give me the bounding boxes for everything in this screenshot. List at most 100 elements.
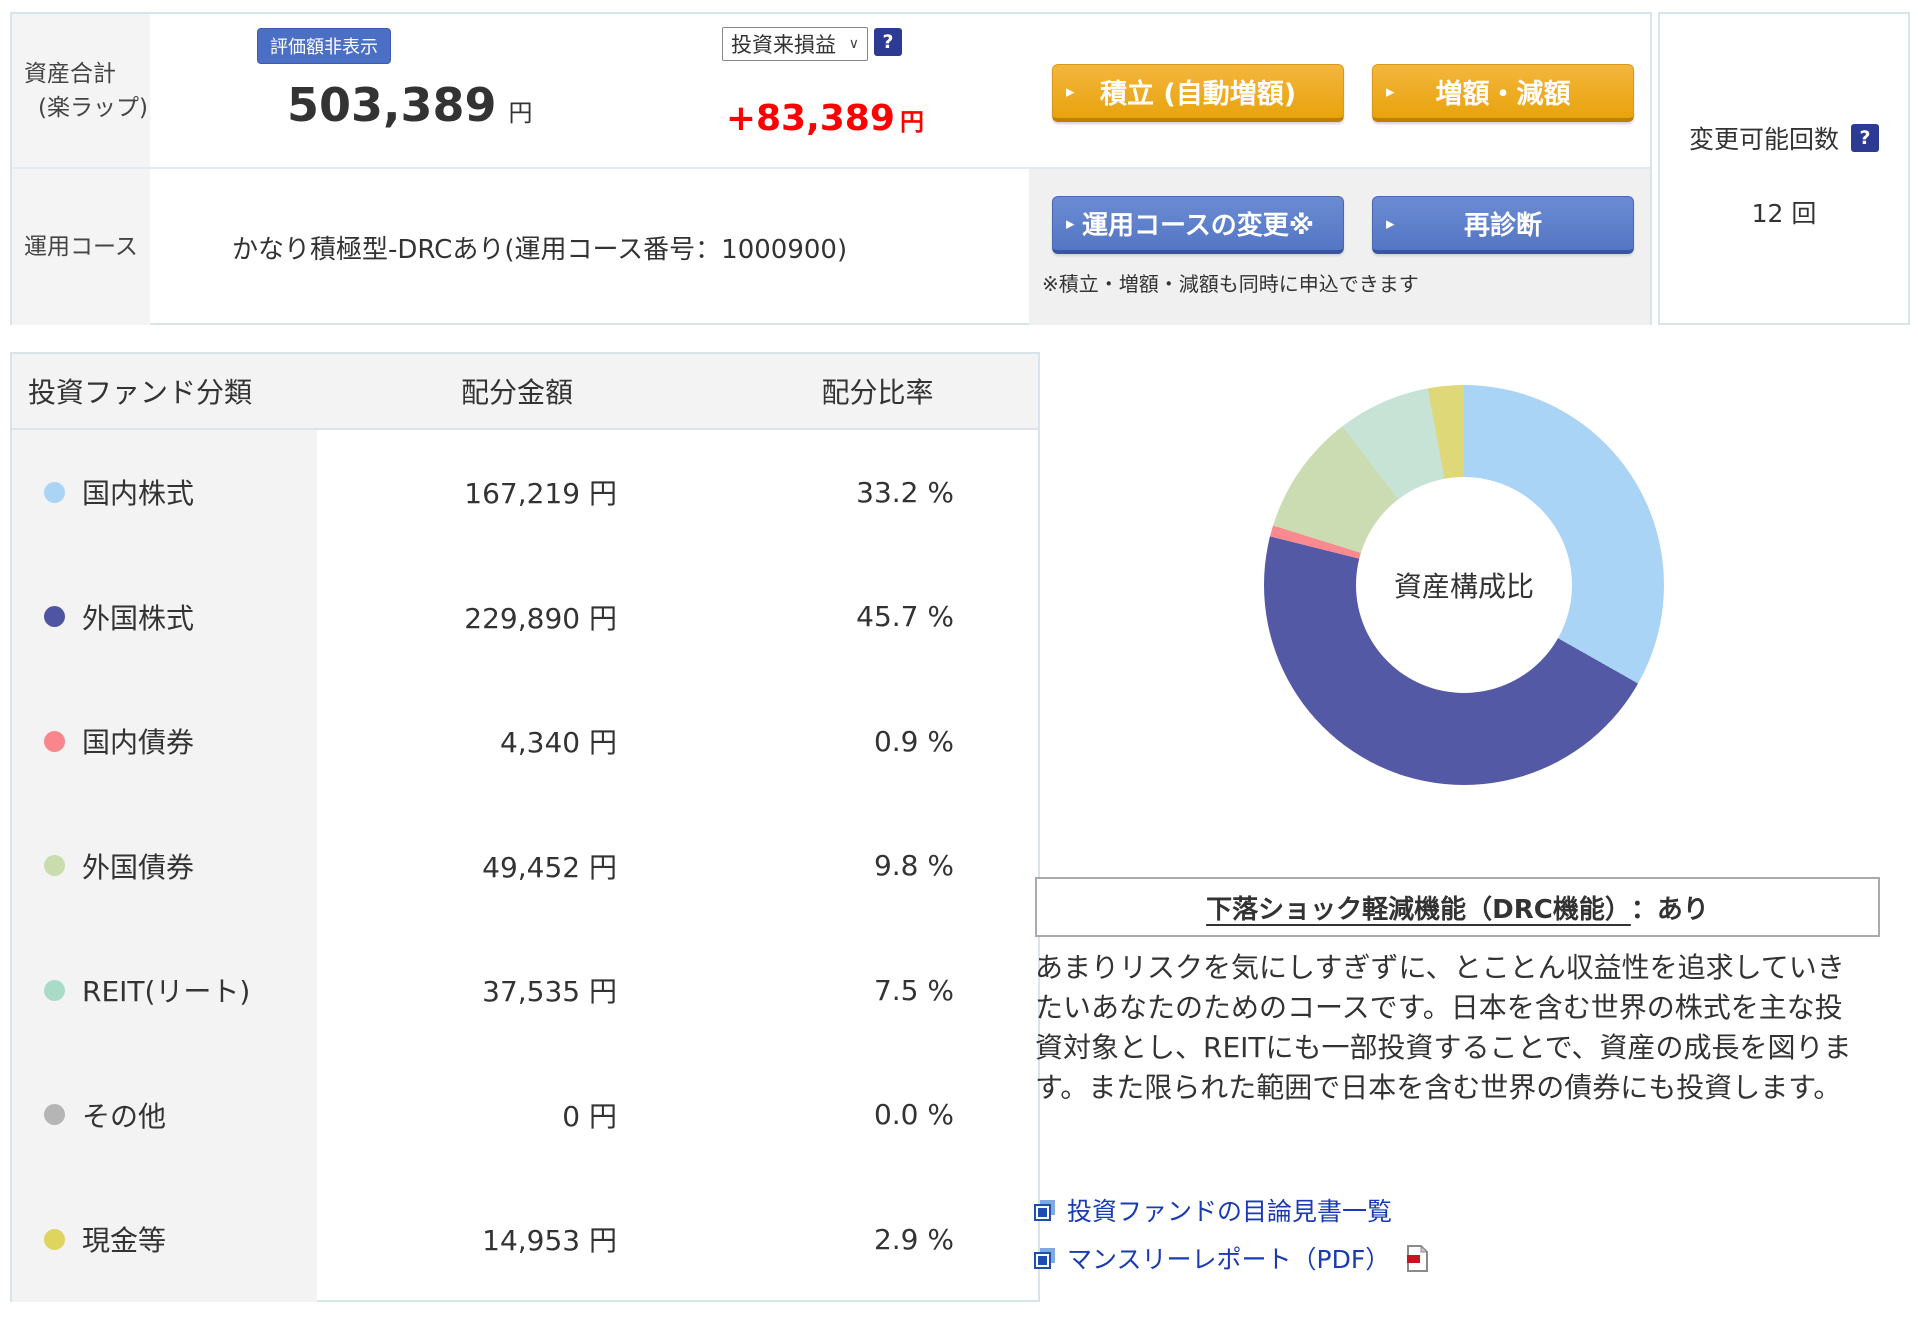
pl-unit: 円 [900,108,924,136]
summary-panel: 資産合計 (楽ラップ) 評価額非表示 503,389 円 投資来損益 ∨ ? +8… [10,12,1652,325]
allocation-table-header: 投資ファンド分類 配分金額 配分比率 [12,354,1038,430]
category-label: 現金等 [82,1224,167,1258]
external-window-icon [1034,1200,1055,1221]
allocation-ratio: 45.7 % [856,600,954,634]
asset-composition-chart: 資産構成比 [1264,385,1664,785]
drc-title: 下落ショック軽減機能（DRC機能） [1206,894,1631,925]
course-change-button[interactable]: ▸ 運用コースの変更※ [1052,196,1344,254]
drc-status: ：あり [1630,894,1709,925]
category-bullet-icon [44,481,65,503]
course-description: あまりリスクを気にしすぎずに、とことん収益性を追求していきたいあなたのためのコー… [1035,951,1852,1104]
category-bullet-icon [44,730,65,752]
course-change-button-label: 運用コースの変更※ [1082,211,1314,241]
chevron-down-icon: ∨ [848,36,859,52]
arrow-right-icon: ▸ [1386,81,1395,102]
total-assets-unit: 円 [508,99,533,127]
category-cell: 外国株式 [12,554,317,679]
category-label: 国内債券 [82,726,195,760]
monthly-report-link[interactable]: マンスリーレポート（PDF） [1033,1240,1429,1276]
allocation-ratio: 9.8 % [873,849,954,883]
arrow-right-icon: ▸ [1066,213,1075,234]
table-row: REIT(リート) 37,535 円 7.5 % [12,928,1038,1053]
category-label: 外国株式 [82,601,195,635]
allocation-ratio: 0.9 % [873,724,954,758]
tsumitate-button-label: 積立 (自動増額) [1099,79,1297,110]
category-label: 外国債券 [82,850,195,884]
category-cell: 国内債券 [12,679,317,804]
change-count-value: 12 回 [1751,199,1817,228]
pl-help-icon[interactable]: ? [874,28,902,56]
total-assets-label-line2: (楽ラップ) [38,94,148,121]
rediagnosis-button[interactable]: ▸ 再診断 [1372,196,1634,254]
category-label: 国内株式 [82,477,195,511]
category-cell: 現金等 [12,1177,317,1302]
category-bullet-icon [44,1104,65,1126]
table-row: 外国株式 229,890 円 45.7 % [12,554,1038,679]
course-value: かなり積極型-DRCあり(運用コース番号：1000900) [232,234,848,265]
allocation-table-body: 国内株式 167,219 円 33.2 % 外国株式 229,890 円 45.7 % 国内… [12,430,1038,1302]
header-category: 投資ファンド分類 [28,376,253,409]
rediagnosis-button-label: 再診断 [1463,211,1542,241]
category-cell: その他 [12,1052,317,1177]
header-amount: 配分金額 [460,376,573,409]
prospectus-link[interactable]: 投資ファンドの目論見書一覧 [1033,1192,1429,1228]
table-row: 現金等 14,953 円 2.9 % [12,1177,1038,1302]
total-assets-value: 503,389 円 [287,78,533,132]
course-row: 運用コース かなり積極型-DRCあり(運用コース番号：1000900) ▸ 運用… [12,167,1650,325]
asset-composition-center-label: 資産構成比 [1356,477,1572,693]
external-window-icon [1034,1248,1055,1269]
arrow-right-icon: ▸ [1066,81,1075,102]
change-count-panel: 変更可能回数 ? 12 回 [1658,12,1910,325]
drc-banner: 下落ショック軽減機能（DRC機能） ：あり [1035,877,1880,937]
allocation-amount: 229,890 円 [464,601,617,635]
document-links: 投資ファンドの目論見書一覧 マンスリーレポート（PDF） [1033,1192,1429,1276]
allocation-amount: 0 円 [562,1099,617,1133]
category-cell: REIT(リート) [12,928,317,1053]
monthly-report-link-label[interactable]: マンスリーレポート（PDF） [1067,1240,1390,1276]
table-row: 国内債券 4,340 円 0.9 % [12,679,1038,804]
allocation-ratio: 2.9 % [873,1222,954,1256]
table-row: 国内株式 167,219 円 33.2 % [12,430,1038,555]
table-row: その他 0 円 0.0 % [12,1052,1038,1177]
pl-value-block: +83,389 円 [632,98,924,139]
allocation-amount: 49,452 円 [482,850,617,884]
allocation-amount: 14,953 円 [482,1224,617,1258]
change-count-label: 変更可能回数 [1688,125,1839,154]
zougaku-button-label: 増額・減額 [1435,79,1571,110]
allocation-ratio: 7.5 % [873,973,954,1007]
course-label: 運用コース [12,169,150,325]
allocation-ratio: 33.2 % [856,475,954,509]
allocation-amount: 167,219 円 [464,477,617,511]
allocation-ratio: 0.0 % [873,1098,954,1132]
pl-period-select[interactable]: 投資来損益 ∨ [722,27,868,61]
total-assets-label-line1: 資産合計 [24,60,116,87]
pl-period-selected-value: 投資来損益 [731,33,836,57]
arrow-right-icon: ▸ [1386,213,1395,234]
tsumitate-button[interactable]: ▸ 積立 (自動増額) [1052,64,1344,122]
prospectus-link-label[interactable]: 投資ファンドの目論見書一覧 [1067,1192,1392,1228]
hide-valuation-badge[interactable]: 評価額非表示 [257,28,391,64]
header-ratio: 配分比率 [821,376,934,409]
total-assets-label: 資産合計 (楽ラップ) [12,14,150,167]
category-bullet-icon [44,606,65,628]
zougaku-gengaku-button[interactable]: ▸ 増額・減額 [1372,64,1634,122]
category-cell: 国内株式 [12,430,317,555]
change-count-header: 変更可能回数 ? [1660,120,1908,156]
total-assets-amount: 503,389 [287,78,497,132]
category-bullet-icon [44,1228,65,1250]
allocation-amount: 37,535 円 [482,975,617,1009]
category-label: REIT(リート) [82,975,251,1009]
total-assets-row: 資産合計 (楽ラップ) 評価額非表示 503,389 円 投資来損益 ∨ ? +8… [12,14,1650,167]
category-label: その他 [82,1099,167,1133]
course-note: ※積立・増額・減額も同時に申込できます [1042,272,1419,296]
category-cell: 外国債券 [12,803,317,928]
pdf-file-icon [1407,1244,1429,1272]
rakuwrap-dashboard: 資産合計 (楽ラップ) 評価額非表示 503,389 円 投資来損益 ∨ ? +8… [0,0,1918,1318]
change-count-help-icon[interactable]: ? [1851,124,1879,152]
category-bullet-icon [44,979,65,1001]
table-row: 外国債券 49,452 円 9.8 % [12,803,1038,928]
allocation-table: 投資ファンド分類 配分金額 配分比率 国内株式 167,219 円 33.2 % 外国… [10,352,1040,1302]
pl-amount: +83,389 [725,98,895,139]
allocation-amount: 4,340 円 [499,726,617,760]
category-bullet-icon [44,855,65,877]
